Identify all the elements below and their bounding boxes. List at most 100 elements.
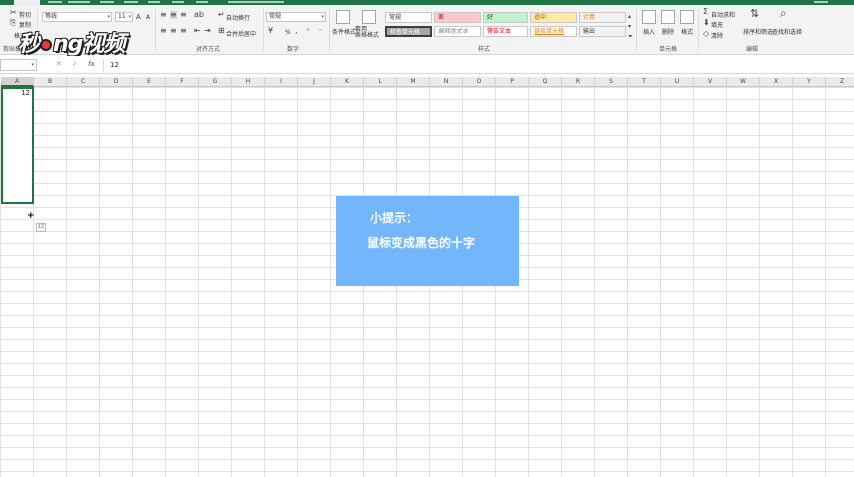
- align-middle-icon[interactable]: ≡: [170, 11, 177, 19]
- decrease-indent-icon[interactable]: ⇤: [194, 27, 201, 35]
- find-select-button[interactable]: 查找和选择: [772, 27, 802, 36]
- conditional-format-icon[interactable]: [336, 10, 350, 24]
- tab-insert[interactable]: [48, 1, 62, 3]
- shrink-font-button[interactable]: A: [146, 14, 150, 21]
- insert-cells-button[interactable]: 插入: [643, 27, 655, 36]
- align-top-icon[interactable]: ≡: [160, 11, 167, 19]
- fill-icon[interactable]: ⬇: [703, 19, 710, 27]
- style-warning[interactable]: 警告文本: [483, 26, 528, 37]
- style-neutral[interactable]: 适中: [530, 12, 577, 23]
- currency-icon[interactable]: ¥: [268, 27, 273, 35]
- decrease-decimal-icon[interactable]: ⁻: [318, 27, 322, 35]
- column-header-f[interactable]: F: [166, 77, 199, 87]
- insert-function-button[interactable]: fx: [88, 60, 95, 68]
- enter-icon[interactable]: ✓: [72, 60, 78, 68]
- tell-me-search[interactable]: [228, 1, 284, 3]
- tab-page-layout[interactable]: [68, 1, 90, 3]
- column-header-x[interactable]: X: [760, 77, 793, 87]
- column-header-m[interactable]: M: [397, 77, 430, 87]
- cut-icon[interactable]: ✂: [10, 9, 17, 17]
- column-header-p[interactable]: P: [496, 77, 529, 87]
- style-explanatory[interactable]: 解释性文本: [434, 26, 481, 37]
- number-format-select[interactable]: 常规 ▾: [266, 12, 326, 22]
- column-header-c[interactable]: C: [67, 77, 100, 87]
- tab-formulas[interactable]: [100, 1, 114, 3]
- column-header-y[interactable]: Y: [793, 77, 826, 87]
- tab-review[interactable]: [148, 1, 160, 3]
- column-header-q[interactable]: Q: [529, 77, 562, 87]
- formula-input[interactable]: 12: [103, 59, 854, 71]
- cut-button[interactable]: 剪切: [19, 10, 31, 19]
- orientation-icon[interactable]: ab: [194, 11, 204, 19]
- tab-help[interactable]: [196, 1, 208, 3]
- column-header-h[interactable]: H: [232, 77, 265, 87]
- column-header-i[interactable]: I: [265, 77, 298, 87]
- column-header-n[interactable]: N: [430, 77, 463, 87]
- tab-data[interactable]: [124, 1, 138, 3]
- column-header-k[interactable]: K: [331, 77, 364, 87]
- font-name-select[interactable]: 等线 ▾: [42, 12, 112, 22]
- delete-cells-icon[interactable]: [661, 10, 675, 24]
- conditional-format-button[interactable]: 条件格式: [332, 27, 356, 36]
- sort-filter-icon[interactable]: ⇅: [750, 8, 759, 19]
- font-size-select[interactable]: 11 ▾: [115, 12, 133, 22]
- selected-range[interactable]: 12: [1, 87, 34, 204]
- style-bad[interactable]: 差: [434, 12, 481, 23]
- column-header-s[interactable]: S: [595, 77, 628, 87]
- column-header-u[interactable]: U: [661, 77, 694, 87]
- wrap-text-button[interactable]: 自动换行: [226, 13, 250, 22]
- styles-scroll-down-icon[interactable]: ▾: [628, 23, 631, 31]
- cancel-icon[interactable]: ✕: [56, 60, 62, 68]
- increase-decimal-icon[interactable]: ⁺: [306, 27, 310, 35]
- tab-view[interactable]: [172, 1, 184, 3]
- merge-center-button[interactable]: 合并后居中: [226, 29, 256, 38]
- style-linked-cell[interactable]: 链接单元格: [530, 26, 577, 37]
- fill-button[interactable]: 填充: [711, 20, 723, 29]
- column-header-a[interactable]: A: [1, 77, 34, 87]
- merge-center-icon[interactable]: ⊞: [218, 27, 225, 35]
- share-button[interactable]: [814, 1, 828, 3]
- column-header-t[interactable]: T: [628, 77, 661, 87]
- autosum-icon[interactable]: Σ: [703, 8, 708, 16]
- format-cells-icon[interactable]: [680, 10, 694, 24]
- column-header-v[interactable]: V: [694, 77, 727, 87]
- column-header-b[interactable]: B: [34, 77, 67, 87]
- style-normal[interactable]: 常规: [385, 12, 432, 23]
- percent-button[interactable]: %: [285, 29, 291, 36]
- column-header-o[interactable]: O: [463, 77, 496, 87]
- column-header-z[interactable]: Z: [826, 77, 854, 87]
- sort-filter-button[interactable]: 排序和筛选: [743, 27, 773, 36]
- align-right-icon[interactable]: ≡: [180, 27, 187, 35]
- column-header-j[interactable]: J: [298, 77, 331, 87]
- quick-analysis-button[interactable]: 12: [36, 223, 46, 232]
- column-header-e[interactable]: E: [133, 77, 166, 87]
- autosum-button[interactable]: 自动求和: [711, 10, 735, 19]
- column-header-r[interactable]: R: [562, 77, 595, 87]
- wrap-text-icon[interactable]: ↵: [218, 11, 225, 19]
- style-good[interactable]: 好: [483, 12, 528, 23]
- align-left-icon[interactable]: ≡: [160, 27, 167, 35]
- grow-font-button[interactable]: A: [136, 13, 141, 21]
- copy-icon[interactable]: ⎘: [10, 19, 16, 27]
- column-header-w[interactable]: W: [727, 77, 760, 87]
- column-header-l[interactable]: L: [364, 77, 397, 87]
- styles-more-icon[interactable]: ⏷: [628, 33, 633, 41]
- column-header-g[interactable]: G: [199, 77, 232, 87]
- style-check-cell[interactable]: 检查单元格: [385, 26, 432, 37]
- align-bottom-icon[interactable]: ≡: [180, 11, 187, 19]
- align-center-icon[interactable]: ≡: [170, 27, 177, 35]
- format-cells-button[interactable]: 格式: [681, 27, 693, 36]
- clear-icon[interactable]: ◇: [703, 30, 709, 38]
- table-format-icon[interactable]: [362, 10, 376, 24]
- cell-a1-value[interactable]: 12: [21, 89, 30, 97]
- comma-style-icon[interactable]: ,: [295, 27, 298, 35]
- delete-cells-button[interactable]: 删除: [662, 27, 674, 36]
- insert-cells-icon[interactable]: [642, 10, 656, 24]
- increase-indent-icon[interactable]: ⇥: [204, 27, 211, 35]
- styles-scroll-up-icon[interactable]: ▴: [628, 13, 631, 21]
- style-calculation[interactable]: 计算: [579, 12, 626, 23]
- column-header-d[interactable]: D: [100, 77, 133, 87]
- clear-button[interactable]: 清除: [711, 31, 723, 40]
- name-box[interactable]: ▾: [0, 59, 37, 71]
- table-format-button[interactable]: 套用 表格格式: [355, 27, 379, 39]
